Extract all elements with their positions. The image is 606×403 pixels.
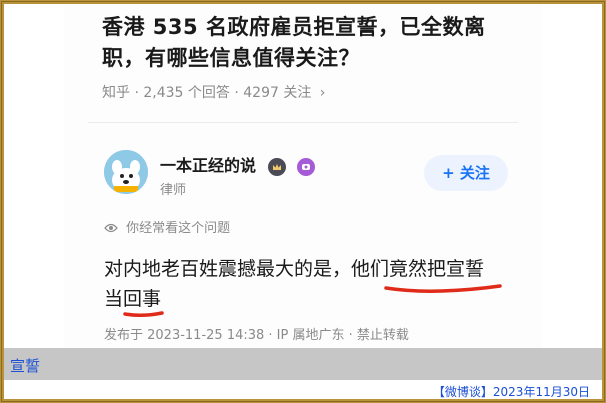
question-meta[interactable]: 知乎 · 2,435 个回答 · 4297 关注 ›: [102, 82, 325, 102]
tag-link[interactable]: 宣誓: [10, 355, 40, 376]
crown-badge-icon: [267, 157, 286, 176]
answer-text-part4: 回事: [123, 288, 162, 310]
answer-count: 2,435 个回答: [143, 85, 230, 101]
author-name[interactable]: 一本正经的说: [160, 156, 256, 175]
author-role: 律师: [160, 183, 187, 198]
purple-badge-icon: [297, 157, 316, 176]
seen-hint-text: 你经常看这个问题: [126, 221, 231, 236]
zhihu-screenshot: 香港 535 名政府雇员拒宣誓，已全数离职，有哪些信息值得关注？ 知乎 · 2,…: [64, 4, 542, 348]
answer-text-part2: 他们竟然把宣誓: [351, 258, 485, 280]
source-label: 知乎: [102, 85, 130, 101]
answer-body[interactable]: 对内地老百姓震撼最大的是，他们竟然把宣誓 当回事: [104, 254, 524, 314]
section-divider: [88, 122, 518, 123]
footer-credit: 【微博谈】2023年11月30日: [432, 385, 590, 399]
chevron-right-icon: ›: [319, 85, 326, 101]
eye-icon: [104, 222, 118, 238]
answer-text-part3: 当: [104, 288, 124, 310]
meta-separator: ·: [134, 85, 139, 101]
meta-separator: ·: [234, 85, 239, 101]
question-title[interactable]: 香港 535 名政府雇员拒宣誓，已全数离职，有哪些信息值得关注？: [102, 12, 522, 74]
seen-hint: 你经常看这个问题: [104, 217, 230, 238]
follow-button[interactable]: + 关注: [424, 155, 508, 191]
dog-avatar-icon[interactable]: [104, 150, 148, 194]
answer-text-part1: 对内地老百姓震撼最大的是，: [104, 258, 352, 280]
tag-bar: 宣誓: [4, 348, 602, 380]
author-row[interactable]: 一本正经的说: [160, 152, 316, 176]
publish-meta: 发布于 2023-11-25 14:38 · IP 属地广东 · 禁止转载: [104, 328, 409, 343]
follower-count: 4297 关注: [243, 85, 312, 101]
post-canvas: 香港 535 名政府雇员拒宣誓，已全数离职，有哪些信息值得关注？ 知乎 · 2,…: [4, 4, 602, 399]
